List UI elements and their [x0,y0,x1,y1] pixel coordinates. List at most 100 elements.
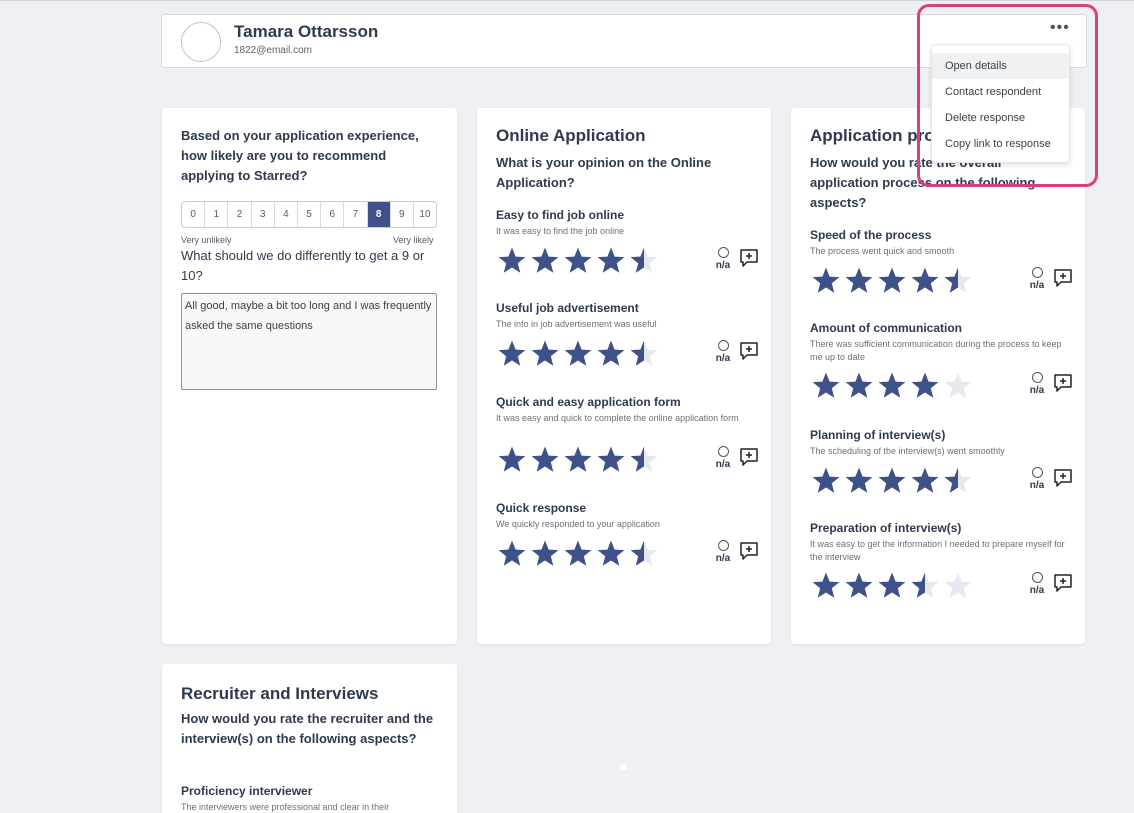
star-icon[interactable] [812,267,840,293]
nps-option-4[interactable]: 4 [275,202,298,227]
feedback-textarea[interactable]: All good, maybe a bit too long and I was… [181,293,437,390]
na-radio[interactable] [717,540,729,551]
na-radio[interactable] [1031,372,1043,383]
add-comment-icon[interactable] [739,541,759,561]
star-icon[interactable] [498,540,526,566]
star-icon[interactable] [630,540,658,566]
star-icon[interactable] [564,340,592,366]
star-icon[interactable] [597,540,625,566]
nps-option-10[interactable]: 10 [414,202,436,227]
star-icon[interactable] [498,446,526,472]
star-rating-container[interactable] [497,539,662,569]
star-icon[interactable] [878,572,906,598]
star-icon[interactable] [911,267,939,293]
star-icon[interactable] [564,446,592,472]
star-rating[interactable] [811,266,976,296]
star-icon[interactable] [911,467,939,493]
carousel-dot[interactable] [620,764,627,771]
item-description: There was sufficient communication durin… [810,339,1062,362]
star-icon[interactable] [911,572,939,598]
star-icon[interactable] [944,267,972,293]
star-rating-container[interactable] [811,371,976,401]
star-rating-container[interactable] [811,466,976,496]
star-icon[interactable] [812,372,840,398]
star-rating-container[interactable] [811,571,976,601]
nps-option-8[interactable]: 8 [367,202,391,227]
item-title: Preparation of interview(s) [810,521,962,535]
add-comment-icon[interactable] [1053,468,1073,488]
star-icon[interactable] [564,247,592,273]
nps-option-1[interactable]: 1 [205,202,229,227]
na-radio[interactable] [1031,267,1043,278]
na-option[interactable]: n/a [1026,467,1048,491]
item-title: Quick response [496,501,587,515]
na-option[interactable]: n/a [712,340,734,364]
star-icon[interactable] [812,572,840,598]
star-icon[interactable] [944,372,972,398]
star-icon[interactable] [630,247,658,273]
star-icon[interactable] [845,267,873,293]
star-icon[interactable] [845,572,873,598]
star-rating[interactable] [811,571,976,601]
star-icon[interactable] [630,446,658,472]
na-radio[interactable] [1031,572,1043,583]
na-option[interactable]: n/a [712,446,734,470]
star-rating[interactable] [497,539,662,569]
nps-option-3[interactable]: 3 [252,202,275,227]
item-description: It was easy to find the job online [496,226,625,236]
star-icon[interactable] [878,267,906,293]
na-radio[interactable] [1031,467,1043,478]
nps-option-7[interactable]: 7 [344,202,368,227]
star-icon[interactable] [597,340,625,366]
star-icon[interactable] [878,372,906,398]
star-icon[interactable] [944,467,972,493]
star-rating-container[interactable] [811,266,976,296]
add-comment-icon[interactable] [739,248,759,268]
star-icon[interactable] [845,372,873,398]
nps-option-9[interactable]: 9 [391,202,414,227]
add-comment-icon[interactable] [739,341,759,361]
star-rating-container[interactable] [497,339,662,369]
star-icon[interactable] [630,340,658,366]
star-rating[interactable] [811,371,976,401]
na-option[interactable]: n/a [712,247,734,271]
star-icon[interactable] [597,446,625,472]
nps-option-5[interactable]: 5 [298,202,322,227]
rating-item: Speed of the process The process went qui… [810,228,1072,258]
star-icon[interactable] [944,572,972,598]
add-comment-icon[interactable] [1053,268,1073,288]
star-icon[interactable] [845,467,873,493]
na-option[interactable]: n/a [712,540,734,564]
na-radio[interactable] [717,340,729,351]
star-rating-container[interactable] [497,246,662,276]
star-icon[interactable] [878,467,906,493]
nps-option-0[interactable]: 0 [182,202,206,227]
add-comment-icon[interactable] [1053,573,1073,593]
add-comment-icon[interactable] [1053,373,1073,393]
star-icon[interactable] [597,247,625,273]
star-icon[interactable] [531,540,559,566]
star-icon[interactable] [564,540,592,566]
add-comment-icon[interactable] [739,447,759,467]
star-rating[interactable] [811,466,976,496]
star-rating[interactable] [497,339,662,369]
na-radio[interactable] [717,446,729,457]
star-icon[interactable] [531,446,559,472]
star-rating[interactable] [497,445,662,475]
nps-option-6[interactable]: 6 [321,202,345,227]
na-option[interactable]: n/a [1026,372,1048,396]
na-option[interactable]: n/a [1026,572,1048,596]
star-icon[interactable] [812,467,840,493]
star-icon[interactable] [531,247,559,273]
na-radio[interactable] [717,247,729,258]
na-label: n/a [1029,480,1045,491]
star-icon[interactable] [498,247,526,273]
nps-option-2[interactable]: 2 [228,202,252,227]
star-icon[interactable] [531,340,559,366]
star-icon[interactable] [498,340,526,366]
star-rating[interactable] [497,246,662,276]
item-title: Quick and easy application form [496,395,681,409]
star-rating-container[interactable] [497,445,662,475]
na-option[interactable]: n/a [1026,267,1048,291]
star-icon[interactable] [911,372,939,398]
